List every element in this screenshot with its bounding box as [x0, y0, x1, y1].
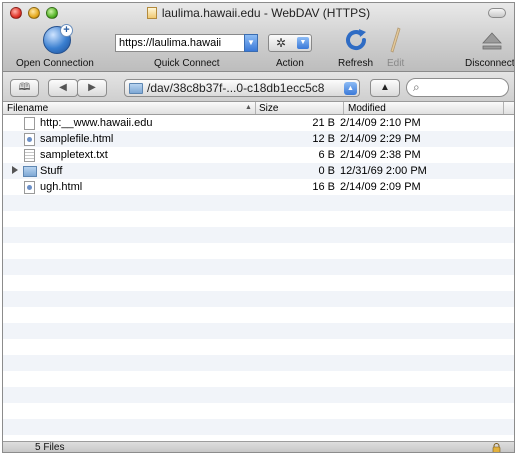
file-list: http:__www.hawaii.edu 21 B 2/14/09 2:10 … — [3, 115, 514, 441]
bookmarks-button[interactable]: 🕮 — [10, 79, 39, 97]
action-label: Action — [276, 58, 304, 69]
empty-row — [3, 211, 514, 227]
browser-window: laulima.hawaii.edu - WebDAV (HTTPS) + Op… — [2, 2, 515, 453]
list-item[interactable]: ugh.html 16 B 2/14/09 2:09 PM — [3, 179, 514, 195]
column-divider[interactable] — [503, 102, 504, 114]
plus-icon: + — [60, 24, 73, 37]
html-file-icon — [24, 133, 35, 146]
empty-row — [3, 403, 514, 419]
empty-row — [3, 355, 514, 371]
file-size: 16 B — [312, 181, 335, 193]
empty-row — [3, 419, 514, 435]
forward-arrow-icon: ▶ — [88, 82, 96, 93]
file-size: 6 B — [318, 149, 335, 161]
window-title-text: laulima.hawaii.edu - WebDAV (HTTPS) — [161, 6, 371, 20]
quick-connect-label: Quick Connect — [154, 58, 220, 69]
pencil-icon[interactable] — [389, 26, 401, 54]
list-item[interactable]: samplefile.html 12 B 2/14/09 2:29 PM — [3, 131, 514, 147]
window-toolbar: laulima.hawaii.edu - WebDAV (HTTPS) + Op… — [3, 3, 514, 72]
chevron-down-icon: ▼ — [297, 37, 309, 49]
empty-row — [3, 275, 514, 291]
column-divider[interactable] — [255, 102, 256, 114]
edit-label: Edit — [387, 58, 405, 69]
open-connection-label: Open Connection — [16, 58, 94, 69]
book-icon: 🕮 — [18, 82, 31, 93]
text-file-icon — [24, 149, 35, 162]
file-name: sampletext.txt — [40, 149, 108, 161]
refresh-icon[interactable] — [342, 26, 370, 54]
empty-row — [3, 339, 514, 355]
refresh-label: Refresh — [338, 58, 374, 69]
status-bar: 5 Files — [3, 441, 514, 453]
path-text: /dav/38c8b37f-...0-c18db1ecc5c8 — [147, 81, 325, 95]
search-icon: ⌕ — [413, 80, 420, 94]
file-size: 12 B — [312, 133, 335, 145]
file-name: Stuff — [40, 165, 63, 177]
action-menu-button[interactable]: ✲ ▼ — [268, 34, 312, 52]
forward-button[interactable]: ▶ — [77, 79, 107, 97]
path-popup[interactable]: /dav/38c8b37f-...0-c18db1ecc5c8 ▲ — [124, 79, 360, 97]
folder-icon — [129, 83, 143, 94]
parent-directory-button[interactable]: ▲ — [370, 79, 400, 97]
empty-row — [3, 387, 514, 403]
filename-column-header[interactable]: Filename — [7, 103, 48, 114]
window-title: laulima.hawaii.edu - WebDAV (HTTPS) — [3, 6, 514, 20]
chevron-down-icon[interactable]: ▼ — [244, 34, 258, 52]
file-modified: 2/14/09 2:29 PM — [340, 133, 421, 145]
file-name: ugh.html — [40, 181, 83, 193]
file-size: 0 B — [318, 165, 335, 177]
toolbar-toggle-button[interactable] — [488, 8, 506, 18]
empty-row — [3, 307, 514, 323]
up-arrow-icon: ▲ — [380, 82, 390, 93]
file-modified: 2/14/09 2:38 PM — [340, 149, 421, 161]
size-column-header[interactable]: Size — [259, 103, 278, 114]
file-count: 5 Files — [35, 442, 65, 453]
file-modified: 12/31/69 2:00 PM — [340, 165, 427, 177]
empty-row — [3, 243, 514, 259]
file-size: 21 B — [312, 117, 335, 129]
search-field[interactable]: ⌕ — [406, 78, 509, 97]
disconnect-label: Disconnect — [465, 58, 515, 69]
column-header: Filename ▲ Size Modified — [3, 102, 514, 115]
list-item[interactable]: http:__www.hawaii.edu 21 B 2/14/09 2:10 … — [3, 115, 514, 131]
empty-row — [3, 371, 514, 387]
list-item[interactable]: sampletext.txt 6 B 2/14/09 2:38 PM — [3, 147, 514, 163]
path-bar: 🕮 ◀ ▶ /dav/38c8b37f-...0-c18db1ecc5c8 ▲ … — [3, 72, 514, 102]
empty-row — [3, 323, 514, 339]
file-name: samplefile.html — [40, 133, 114, 145]
back-button[interactable]: ◀ — [48, 79, 78, 97]
file-modified: 2/14/09 2:10 PM — [340, 117, 421, 129]
file-name: http:__www.hawaii.edu — [40, 117, 153, 129]
back-arrow-icon: ◀ — [59, 82, 67, 93]
html-file-icon — [24, 181, 35, 194]
open-connection-button[interactable]: + — [43, 24, 73, 54]
folder-icon — [23, 166, 37, 177]
empty-row — [3, 259, 514, 275]
sort-ascending-icon: ▲ — [245, 104, 252, 111]
quick-connect-input[interactable] — [115, 34, 245, 52]
file-modified: 2/14/09 2:09 PM — [340, 181, 421, 193]
quick-connect-combo[interactable]: ▼ — [115, 34, 260, 52]
chevron-updown-icon: ▲ — [344, 82, 357, 95]
empty-row — [3, 195, 514, 211]
disclosure-triangle-icon[interactable] — [12, 166, 18, 174]
list-item[interactable]: Stuff 0 B 12/31/69 2:00 PM — [3, 163, 514, 179]
generic-file-icon — [24, 117, 35, 130]
eject-icon[interactable] — [481, 31, 503, 51]
empty-row — [3, 227, 514, 243]
column-divider[interactable] — [343, 102, 344, 114]
lock-icon[interactable] — [492, 443, 501, 453]
gear-icon: ✲ — [276, 36, 287, 50]
modified-column-header[interactable]: Modified — [348, 103, 386, 114]
document-icon — [146, 7, 157, 19]
empty-row — [3, 291, 514, 307]
